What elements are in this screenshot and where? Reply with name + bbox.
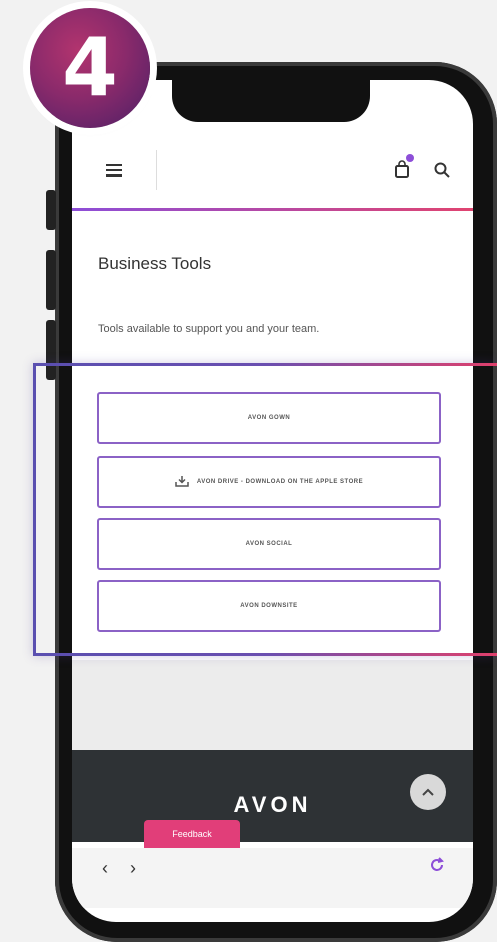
reload-icon[interactable]: [428, 856, 446, 880]
phone-side-button: [46, 190, 56, 230]
header-divider: [156, 150, 157, 190]
cart-badge: [406, 154, 414, 162]
shopping-bag-icon[interactable]: [394, 160, 410, 183]
highlight-top-edge: [33, 363, 497, 366]
download-icon: [175, 475, 189, 489]
hamburger-icon[interactable]: [106, 164, 122, 180]
tool-button-label: AVON DRIVE - DOWNLOAD ON THE APPLE STORE: [196, 479, 364, 485]
phone-side-button: [46, 250, 56, 310]
page-title: Business Tools: [98, 254, 212, 273]
step-number: 4: [62, 21, 118, 114]
phone-notch: [172, 80, 370, 122]
content-spacer: [72, 660, 473, 750]
search-icon[interactable]: [434, 162, 450, 183]
phone-side-button: [46, 320, 56, 380]
forward-button[interactable]: ›: [130, 858, 136, 879]
tool-button-label: AVON SOCIAL: [245, 541, 293, 547]
tool-button-avon-social[interactable]: AVON SOCIAL: [97, 518, 441, 570]
highlight-bottom-edge: [33, 653, 497, 656]
back-button[interactable]: ‹: [102, 858, 108, 879]
tool-button-avon-gown[interactable]: AVON GOWN: [97, 392, 441, 444]
page-description: Tools available to support you and your …: [98, 323, 320, 335]
step-badge: 4: [30, 8, 150, 128]
tool-button-label: AVON DOWNSITE: [240, 603, 298, 609]
phone-screen: Business Tools Tools available to suppor…: [72, 80, 473, 922]
tool-button-label: AVON GOWN: [247, 415, 291, 421]
header-accent-line: [72, 208, 473, 211]
tool-button-avon-downsite[interactable]: AVON DOWNSITE: [97, 580, 441, 632]
tool-button-avon-drive[interactable]: AVON DRIVE - DOWNLOAD ON THE APPLE STORE: [97, 456, 441, 508]
feedback-button[interactable]: Feedback: [144, 820, 240, 848]
chevron-up-icon[interactable]: [410, 774, 446, 810]
